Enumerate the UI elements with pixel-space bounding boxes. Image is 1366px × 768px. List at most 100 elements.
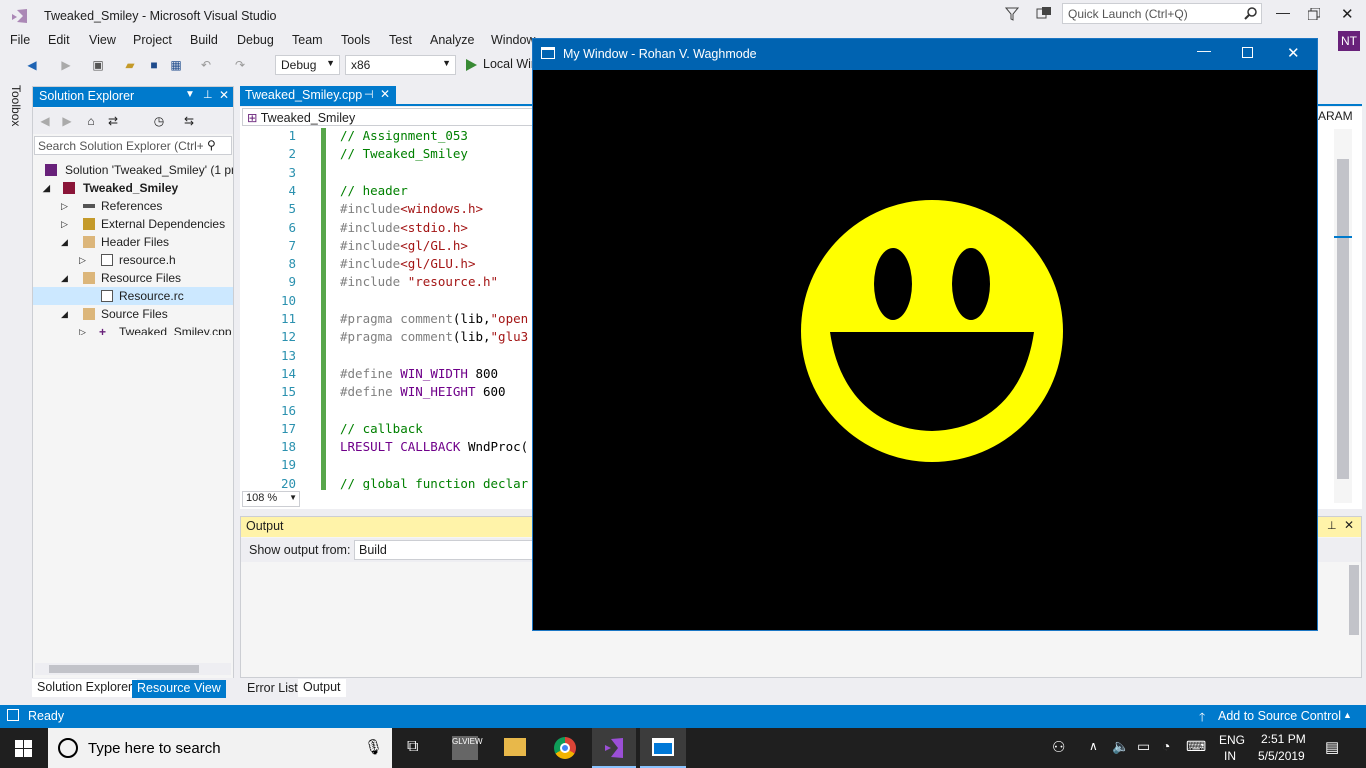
tree-item-project[interactable]: ◢ Tweaked_Smiley	[33, 179, 233, 197]
start-debugging-button[interactable]: Local Win	[483, 57, 538, 71]
tree-item-solution[interactable]: Solution 'Tweaked_Smiley' (1 pro	[33, 161, 233, 179]
menu-window[interactable]: Window	[491, 33, 535, 47]
clock-date[interactable]: 5/5/2019	[1258, 749, 1305, 763]
back-icon[interactable]: ◀	[24, 57, 40, 73]
switch-views-icon[interactable]: ⇆	[181, 113, 197, 129]
tree-item-resource-files[interactable]: ◢ Resource Files	[33, 269, 233, 287]
tab-tweaked-smiley-cpp[interactable]: Tweaked_Smiley.cpp ⊣ ✕	[240, 86, 396, 105]
visual-studio-taskbar-icon[interactable]	[592, 728, 636, 768]
expanded-icon[interactable]: ◢	[61, 269, 68, 287]
save-icon[interactable]: ■	[146, 57, 162, 73]
open-file-icon[interactable]: ▰	[122, 57, 138, 73]
task-view-icon[interactable]: ⧉	[407, 738, 418, 756]
battery-icon[interactable]: ▭	[1137, 738, 1150, 755]
menu-project[interactable]: Project	[133, 33, 172, 47]
collapsed-icon[interactable]: ▷	[79, 251, 86, 269]
undo-icon[interactable]: ↶	[198, 57, 214, 73]
dropdown-icon[interactable]: ▼	[185, 89, 195, 100]
pin-icon[interactable]: ⊥	[203, 88, 213, 101]
scrollbar-thumb[interactable]	[49, 665, 199, 673]
filter-icon[interactable]	[1005, 7, 1019, 21]
user-avatar[interactable]: NT	[1338, 31, 1360, 51]
volume-icon[interactable]: 🔈	[1112, 738, 1129, 755]
tree-item-resource-rc[interactable]: Resource.rc	[33, 287, 233, 305]
tab-resource-view[interactable]: Resource View	[132, 680, 226, 698]
solution-platform-select[interactable]: x86 ▼	[345, 55, 456, 75]
caret-up-icon[interactable]: ▲	[1343, 710, 1352, 720]
tree-item-source-files[interactable]: ◢ Source Files	[33, 305, 233, 323]
solution-configuration-select[interactable]: Debug ▼	[275, 55, 340, 75]
feedback-icon[interactable]	[1036, 6, 1052, 22]
forward-icon[interactable]: ▶	[59, 113, 75, 129]
forward-icon[interactable]: ▶	[58, 57, 74, 73]
show-hidden-icons[interactable]: ∧	[1089, 739, 1098, 753]
close-icon[interactable]: ✕	[1287, 44, 1300, 62]
vertical-scrollbar[interactable]	[1334, 129, 1352, 503]
menu-analyze[interactable]: Analyze	[430, 33, 474, 47]
pin-icon[interactable]: ⊥	[1327, 519, 1337, 532]
close-icon[interactable]: ✕	[1344, 518, 1354, 532]
language-indicator[interactable]: ENG	[1219, 733, 1245, 747]
toolbox-tab[interactable]: Toolbox	[9, 85, 23, 126]
horizontal-scrollbar[interactable]	[35, 663, 231, 675]
tab-error-list[interactable]: Error List	[242, 680, 303, 698]
region-indicator[interactable]: IN	[1224, 749, 1236, 763]
expanded-icon[interactable]: ◢	[43, 179, 50, 197]
scrollbar-thumb[interactable]	[1337, 159, 1349, 479]
history-icon[interactable]: ◷	[151, 113, 167, 129]
people-icon[interactable]: ⚇	[1052, 738, 1065, 756]
quick-launch-input[interactable]: Quick Launch (Ctrl+Q)	[1062, 3, 1262, 24]
file-explorer-icon[interactable]	[504, 738, 526, 756]
tab-solution-explorer[interactable]: Solution Explorer	[32, 679, 138, 697]
menu-tools[interactable]: Tools	[341, 33, 370, 47]
redo-icon[interactable]: ↷	[232, 57, 248, 73]
close-icon[interactable]: ✕	[219, 88, 229, 102]
collapsed-icon[interactable]: ▷	[79, 323, 86, 335]
project-scope-dropdown[interactable]: ⊞ Tweaked_Smiley	[242, 108, 542, 126]
new-project-icon[interactable]: ▣	[90, 57, 106, 73]
tree-item-references[interactable]: ▷ References	[33, 197, 233, 215]
restore-icon[interactable]	[1308, 8, 1320, 20]
windows-start-icon[interactable]	[15, 740, 32, 757]
pin-icon[interactable]: ⊣	[364, 88, 374, 101]
back-icon[interactable]: ◀	[37, 113, 53, 129]
expanded-icon[interactable]: ◢	[61, 305, 68, 323]
minimize-icon[interactable]: —	[1197, 42, 1211, 58]
clock-time[interactable]: 2:51 PM	[1261, 732, 1306, 746]
home-icon[interactable]: ⌂	[83, 113, 99, 129]
menu-edit[interactable]: Edit	[48, 33, 70, 47]
zoom-select[interactable]: 108 % ▼	[242, 491, 300, 507]
minimize-icon[interactable]: —	[1276, 4, 1290, 20]
close-icon[interactable]: ✕	[380, 87, 390, 101]
menu-test[interactable]: Test	[389, 33, 412, 47]
glview-taskbar-icon[interactable]: GLVIEW	[452, 736, 483, 760]
scrollbar-thumb[interactable]	[1349, 565, 1359, 635]
menu-debug[interactable]: Debug	[237, 33, 274, 47]
sync-icon[interactable]: ⇄	[105, 113, 121, 129]
tab-output[interactable]: Output	[298, 679, 346, 697]
microphone-icon[interactable]: 🎙	[364, 738, 383, 756]
tree-item-cpp[interactable]: ▷ + Tweaked_Smiley.cpp	[33, 323, 233, 335]
taskbar-search-box[interactable]: Type here to search 🎙	[48, 728, 392, 768]
menu-build[interactable]: Build	[190, 33, 218, 47]
expanded-icon[interactable]: ◢	[61, 233, 68, 251]
wifi-icon[interactable]: ◔	[1162, 738, 1170, 754]
menu-file[interactable]: File	[10, 33, 30, 47]
gl-window-taskbar-icon[interactable]	[640, 728, 686, 768]
menu-view[interactable]: View	[89, 33, 116, 47]
keyboard-icon[interactable]: ⌨	[1186, 738, 1206, 755]
add-to-source-control[interactable]: Add to Source Control	[1218, 709, 1341, 723]
collapsed-icon[interactable]: ▷	[61, 197, 68, 215]
maximize-icon[interactable]	[1242, 47, 1253, 58]
menu-team[interactable]: Team	[292, 33, 323, 47]
collapsed-icon[interactable]: ▷	[61, 215, 68, 233]
action-center-icon[interactable]: ▤	[1325, 738, 1339, 756]
member-dropdown-fragment[interactable]: ARAM	[1318, 109, 1353, 123]
chrome-icon[interactable]	[554, 737, 576, 759]
tree-item-resource-h[interactable]: ▷ resource.h	[33, 251, 233, 269]
save-all-icon[interactable]: ▦	[168, 57, 184, 73]
tree-item-external-deps[interactable]: ▷ External Dependencies	[33, 215, 233, 233]
output-scrollbar[interactable]	[1347, 563, 1361, 663]
gl-window[interactable]: My Window - Rohan V. Waghmode — ✕	[532, 38, 1318, 631]
solution-search-input[interactable]: Search Solution Explorer (Ctrl+;) ⚲	[34, 136, 232, 155]
